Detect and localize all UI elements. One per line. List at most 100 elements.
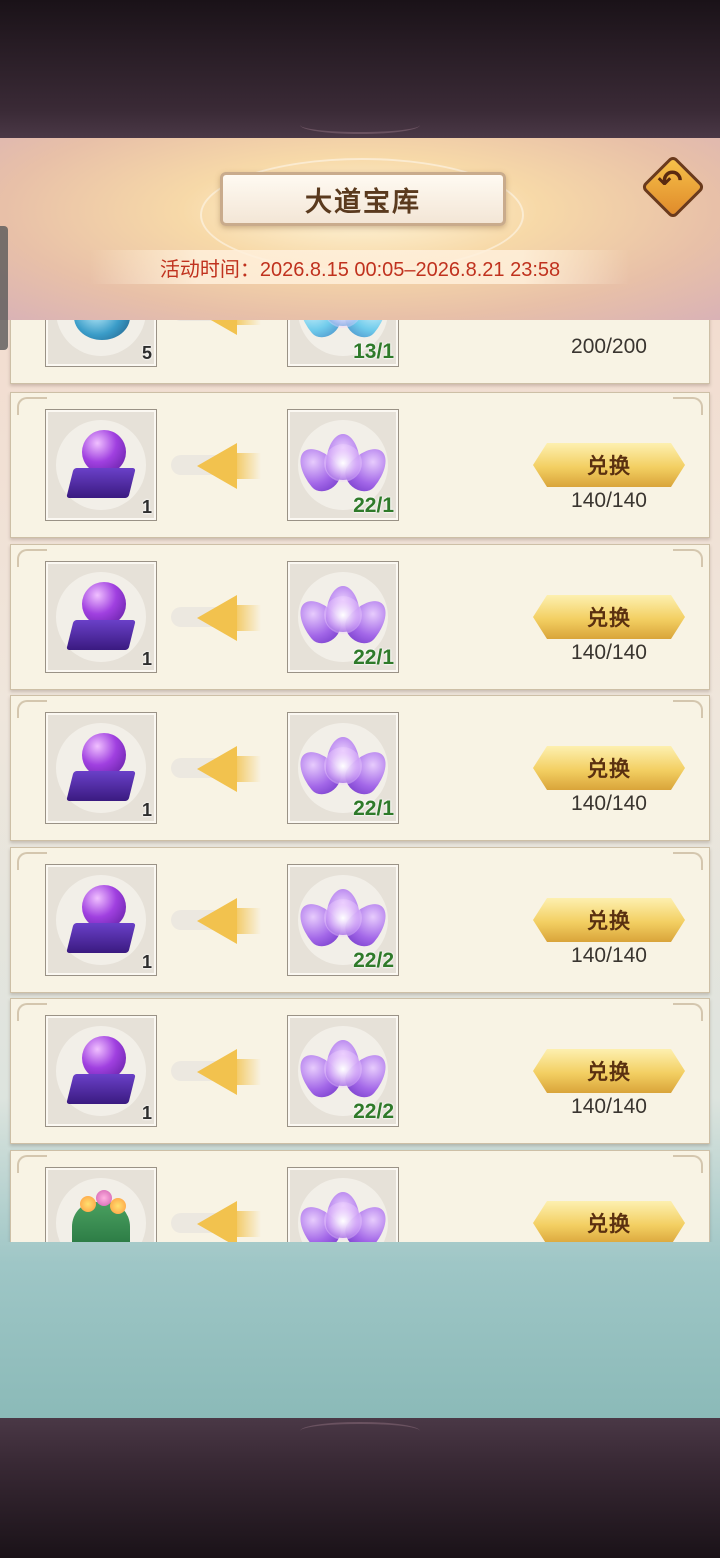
exchange-limit: 140/140 <box>571 792 647 815</box>
exchange-button[interactable]: 兑换 <box>533 1049 685 1093</box>
back-arrow-icon: ↶ <box>657 165 683 198</box>
exchange-limit: 140/140 <box>571 489 647 512</box>
frame-ornament <box>300 1422 420 1440</box>
cost-count: 22/2 <box>353 949 394 972</box>
orb-base <box>66 771 136 801</box>
cost-count: 22/1 <box>353 797 394 820</box>
exchange-button[interactable]: 兑换 <box>533 443 685 487</box>
reward-count: 1 <box>141 649 152 669</box>
corner-ornament <box>673 852 703 870</box>
exchange-list[interactable]: 5 13/1 200/200 1 22/1 兑换 140/140 1 22/1 … <box>0 320 720 1242</box>
reward-item-slot[interactable]: 1 <box>45 409 157 521</box>
cost-count: 22/1 <box>353 646 394 669</box>
corner-ornament <box>673 700 703 718</box>
corner-ornament <box>17 1003 47 1021</box>
cost-item-slot[interactable]: 22/2 <box>287 1015 399 1127</box>
lotus-glow <box>324 899 362 937</box>
exchange-arrow-icon <box>171 1049 261 1095</box>
exchange-button[interactable]: 兑换 <box>533 746 685 790</box>
purple-orb-pedestal-icon <box>66 733 136 809</box>
purple-orb-pedestal-icon <box>66 430 136 506</box>
cost-count: 13/1 <box>353 340 394 363</box>
cost-item-slot[interactable]: 22/1 <box>287 561 399 673</box>
panel-header: 大道宝库 活动时间：2026.8.15 00:05–2026.8.21 23:5… <box>0 138 720 320</box>
exchange-row: 1 22/1 兑换 140/140 <box>10 544 710 690</box>
purple-orb-pedestal-icon <box>66 885 136 961</box>
blue-lotus-icon <box>291 320 395 344</box>
exchange-row: 兑换 <box>10 1150 710 1242</box>
back-button[interactable]: ↶ <box>640 154 706 220</box>
reward-count: 1 <box>141 800 152 820</box>
green-plant-icon <box>66 1184 136 1242</box>
cost-item-slot[interactable]: 22/1 <box>287 409 399 521</box>
event-time-text: 活动时间：2026.8.15 00:05–2026.8.21 23:58 <box>90 250 630 284</box>
corner-ornament <box>673 397 703 415</box>
corner-ornament <box>673 549 703 567</box>
purple-orb-pedestal-icon <box>66 582 136 658</box>
exchange-row: 1 22/2 兑换 140/140 <box>10 998 710 1144</box>
lotus-glow <box>324 1202 362 1240</box>
lotus-glow <box>324 444 362 482</box>
treasury-panel: 大道宝库 活动时间：2026.8.15 00:05–2026.8.21 23:5… <box>0 138 720 1418</box>
reward-item-slot[interactable]: 1 <box>45 864 157 976</box>
lotus-glow <box>324 1050 362 1088</box>
arrow-tail <box>231 453 261 479</box>
reward-item-slot[interactable]: 1 <box>45 561 157 673</box>
cost-item-slot[interactable]: 22/1 <box>287 712 399 824</box>
reward-item-slot[interactable]: 1 <box>45 1015 157 1127</box>
plant-flower <box>80 1196 96 1212</box>
exchange-arrow-icon <box>171 320 261 335</box>
exchange-row: 1 22/1 兑换 140/140 <box>10 695 710 841</box>
reward-item-slot[interactable]: 5 <box>45 320 157 367</box>
corner-ornament <box>17 1155 47 1173</box>
orb-base <box>66 468 136 498</box>
exchange-button[interactable]: 兑换 <box>533 595 685 639</box>
purple-orb-pedestal-icon <box>66 1036 136 1112</box>
arrow-tail <box>231 605 261 631</box>
page-title: 大道宝库 <box>220 172 506 226</box>
exchange-button[interactable]: 兑换 <box>533 1201 685 1242</box>
exchange-limit: 140/140 <box>571 944 647 967</box>
reward-item-slot[interactable] <box>45 1167 157 1242</box>
exchange-arrow-icon <box>171 746 261 792</box>
arrow-tail <box>231 1211 261 1237</box>
exchange-arrow-icon <box>171 898 261 944</box>
orb-base <box>66 620 136 650</box>
cost-item-slot[interactable] <box>287 1167 399 1242</box>
lotus-glow <box>324 596 362 634</box>
exchange-arrow-icon <box>171 443 261 489</box>
purple-lotus-icon <box>291 1192 395 1242</box>
arrow-tail <box>231 320 261 325</box>
arrow-tail <box>231 908 261 934</box>
arrow-tail <box>231 756 261 782</box>
reward-count: 5 <box>141 343 152 363</box>
reward-count: 1 <box>141 497 152 517</box>
exchange-limit: 200/200 <box>571 335 647 358</box>
cost-count: 22/2 <box>353 1100 394 1123</box>
lotus-glow <box>324 747 362 785</box>
exchange-button[interactable]: 兑换 <box>533 898 685 942</box>
frame-ornament <box>300 116 420 134</box>
corner-ornament <box>673 1003 703 1021</box>
purple-lotus-icon <box>291 889 395 953</box>
purple-lotus-icon <box>291 1040 395 1104</box>
cost-item-slot[interactable]: 13/1 <box>287 320 399 367</box>
reward-count: 1 <box>141 1103 152 1123</box>
arrow-tail <box>231 1059 261 1085</box>
purple-lotus-icon <box>291 434 395 498</box>
cost-count: 22/1 <box>353 494 394 517</box>
top-frame <box>0 0 720 138</box>
side-pull-tab[interactable] <box>0 226 8 350</box>
exchange-limit: 140/140 <box>571 641 647 664</box>
exchange-row: 1 22/1 兑换 140/140 <box>10 392 710 538</box>
corner-ornament <box>17 549 47 567</box>
bottom-frame <box>0 1418 720 1558</box>
corner-ornament <box>673 1155 703 1173</box>
exchange-arrow-icon <box>171 595 261 641</box>
exchange-row: 5 13/1 200/200 <box>10 320 710 384</box>
reward-count: 1 <box>141 952 152 972</box>
orb-base <box>66 923 136 953</box>
cost-item-slot[interactable]: 22/2 <box>287 864 399 976</box>
reward-item-slot[interactable]: 1 <box>45 712 157 824</box>
exchange-limit: 140/140 <box>571 1095 647 1118</box>
